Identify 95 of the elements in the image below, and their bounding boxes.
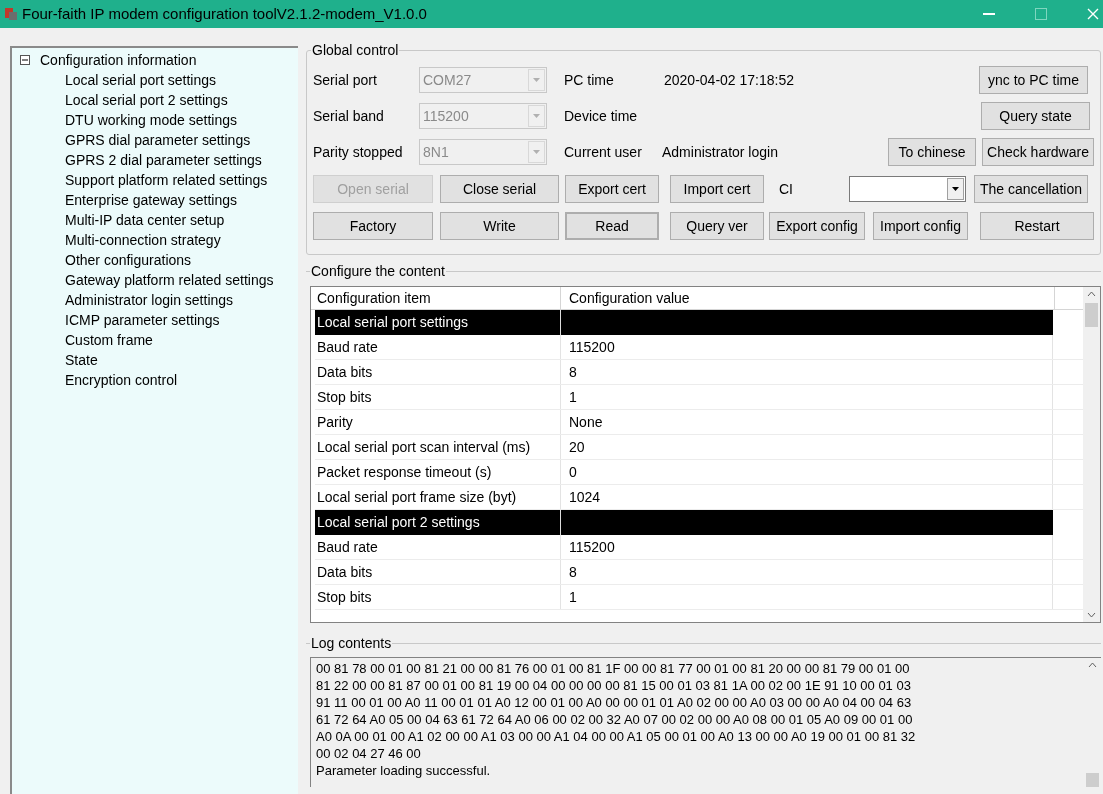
table-cell: Local serial port 2 settings	[315, 510, 561, 535]
button[interactable]: Query ver	[670, 212, 764, 240]
table-cell: None	[561, 410, 1053, 434]
group-title: Configure the content	[311, 263, 445, 279]
field-label: Parity stopped	[313, 142, 404, 162]
log-line: 00 81 78 00 01 00 81 21 00 00 81 76 00 01 00 81 1F 00 00 81 77 00 01 00 81 20 00 00 81 79 00 01 00	[316, 660, 911, 677]
collapse-icon[interactable]	[20, 55, 30, 65]
section-row[interactable]: Local serial port 2 settings	[315, 510, 1053, 535]
button[interactable]: Close serial	[440, 175, 559, 203]
table-cell: 1024	[561, 485, 1053, 509]
field-label: Serial port	[313, 70, 378, 90]
field-label: Current user	[564, 142, 643, 162]
table-row[interactable]: Stop bits 1	[315, 585, 1083, 610]
table-cell: Local serial port scan interval (ms)	[315, 435, 561, 459]
tree-item[interactable]: Multi-connection strategy	[65, 229, 221, 251]
table-cell: 1	[561, 385, 1053, 409]
group-title: Log contents	[311, 635, 392, 651]
tree-item[interactable]: Encryption control	[65, 369, 178, 391]
button[interactable]: Write	[440, 212, 559, 240]
button[interactable]: Query state	[981, 102, 1090, 130]
table-cell: Data bits	[315, 360, 561, 384]
close-icon[interactable]	[1087, 8, 1099, 20]
tree-item[interactable]: Administrator login settings	[65, 289, 234, 311]
button[interactable]: Export config	[769, 212, 865, 240]
table-row[interactable]: Data bits 8	[315, 360, 1083, 385]
table-row[interactable]: Packet response timeout (s) 0	[315, 460, 1083, 485]
log-line: 81 22 00 00 81 87 00 01 00 81 19 00 04 00 00 00 00 81 15 00 01 03 81 1A 00 02 00 1E 91 10 00 01 03	[316, 677, 912, 694]
table-row[interactable]: Baud rate 115200	[315, 335, 1083, 360]
button[interactable]: Restart	[980, 212, 1094, 240]
table-cell: Baud rate	[315, 335, 561, 359]
column-header[interactable]: Configuration value	[561, 287, 1055, 309]
table-cell: Packet response timeout (s)	[315, 460, 561, 484]
table-row[interactable]: Parity None	[315, 410, 1083, 435]
tree-item[interactable]: State	[65, 349, 98, 371]
table-cell: Stop bits	[315, 585, 561, 609]
tree-item[interactable]: Other configurations	[65, 249, 192, 271]
tree-item[interactable]: Multi-IP data center setup	[65, 209, 225, 231]
group-title: Global control	[312, 42, 399, 58]
section-row[interactable]: Local serial port settings	[315, 310, 1053, 335]
button[interactable]: To chinese	[888, 138, 976, 166]
column-header[interactable]: Configuration item	[311, 287, 561, 309]
button[interactable]: Factory	[313, 212, 433, 240]
table-cell: 115200	[561, 535, 1053, 559]
app-icon	[4, 7, 18, 21]
button[interactable]: Export cert	[565, 175, 659, 203]
table-cell: Data bits	[315, 560, 561, 584]
maximize-icon[interactable]	[1035, 8, 1047, 20]
table-cell: Baud rate	[315, 535, 561, 559]
table-cell: Local serial port frame size (byt)	[315, 485, 561, 509]
tree-item[interactable]: GPRS dial parameter settings	[65, 129, 251, 151]
table-row[interactable]: Data bits 8	[315, 560, 1083, 585]
button[interactable]: Import config	[873, 212, 968, 240]
button[interactable]: Import cert	[670, 175, 764, 203]
tree-item[interactable]: Local serial port 2 settings	[65, 89, 228, 111]
log-line: 91 11 00 01 00 A0 11 00 01 01 A0 12 00 01 00 A0 00 00 01 01 A0 02 00 00 A0 03 00 00 A0 04 00 04 63	[316, 694, 913, 711]
table-cell: 8	[561, 560, 1053, 584]
field-label: CI	[779, 179, 794, 199]
field-label: PC time	[564, 70, 615, 90]
window-title: Four-faith IP modem configuration toolV2.1.2-modem_V1.0.0	[22, 3, 427, 24]
tree-item[interactable]: GPRS 2 dial parameter settings	[65, 149, 262, 171]
scrollbar[interactable]	[1083, 287, 1100, 622]
table-cell: Stop bits	[315, 385, 561, 409]
table-cell: Parity	[315, 410, 561, 434]
scroll-thumb[interactable]	[1086, 773, 1099, 787]
table-cell: 0	[561, 460, 1053, 484]
scroll-thumb[interactable]	[1085, 303, 1098, 327]
log-line: Parameter loading successful.	[316, 762, 492, 779]
tree-item[interactable]: Support platform related settings	[65, 169, 268, 191]
tree-item[interactable]: ICMP parameter settings	[65, 309, 220, 331]
button[interactable]: Read	[565, 212, 659, 240]
button[interactable]: The cancellation	[974, 175, 1088, 203]
dropdown[interactable]	[849, 176, 966, 202]
table-cell: Local serial port settings	[315, 310, 561, 335]
tree-item[interactable]: Custom frame	[65, 329, 153, 351]
field-value: Administrator login	[662, 142, 778, 162]
field-label: Serial band	[313, 106, 385, 126]
field-value: 2020-04-02 17:18:52	[664, 70, 794, 90]
table-cell: 1	[561, 585, 1053, 609]
tree-item[interactable]: Configuration information	[40, 49, 197, 71]
button[interactable]: Check hardware	[982, 138, 1094, 166]
tree-item[interactable]: DTU working mode settings	[65, 109, 237, 131]
table-row[interactable]: Baud rate 115200	[315, 535, 1083, 560]
table-cell: 115200	[561, 335, 1053, 359]
log-line: 00 02 04 27 46 00	[316, 745, 422, 762]
table-cell: 20	[561, 435, 1053, 459]
log-line: 61 72 64 A0 05 00 04 63 61 72 64 A0 06 00 02 00 32 A0 07 00 02 00 00 A0 08 00 01 05 A0 09 00 01 00	[316, 711, 914, 728]
button[interactable]: ync to PC time	[979, 66, 1088, 94]
table-cell: 8	[561, 360, 1053, 384]
tree-item[interactable]: Enterprise gateway settings	[65, 189, 237, 211]
log-line: A0 0A 00 01 00 A1 02 00 00 A1 03 00 00 A1 04 00 00 A1 05 00 01 00 A0 13 00 00 A0 19 00 01 00 81 32	[316, 728, 917, 745]
tree-item[interactable]: Local serial port settings	[65, 69, 216, 91]
tree-item[interactable]: Gateway platform related settings	[65, 269, 274, 291]
field-label: Device time	[564, 106, 638, 126]
table-row[interactable]: Stop bits 1	[315, 385, 1083, 410]
table-row[interactable]: Local serial port scan interval (ms) 20	[315, 435, 1083, 460]
